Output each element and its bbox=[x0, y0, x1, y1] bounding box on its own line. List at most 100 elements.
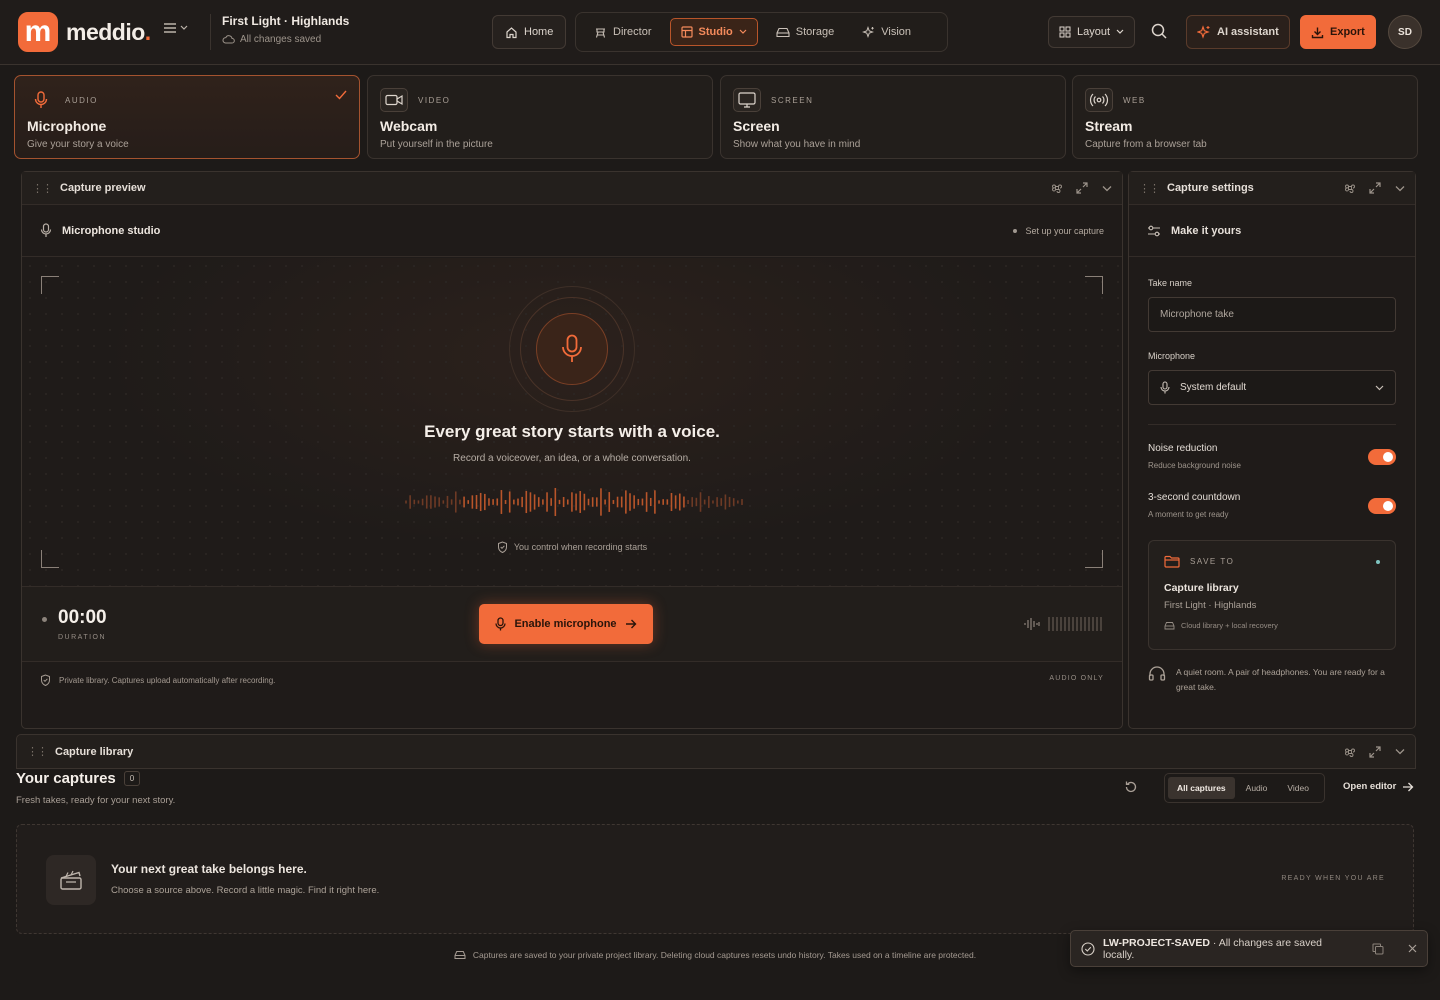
take-name-label: Take name bbox=[1148, 278, 1193, 288]
privacy-note: Private library. Captures upload automat… bbox=[59, 675, 276, 685]
noise-reduction-toggle[interactable] bbox=[1368, 449, 1396, 465]
folder-icon bbox=[1164, 555, 1180, 568]
menu-button[interactable] bbox=[163, 22, 188, 34]
home-icon bbox=[506, 26, 517, 38]
expand-icon[interactable] bbox=[1369, 182, 1381, 194]
chevron-down-icon bbox=[1116, 29, 1124, 34]
expand-icon[interactable] bbox=[1369, 745, 1381, 758]
empty-state: Your next great take belongs here. Choos… bbox=[16, 824, 1414, 934]
chevron-down-icon[interactable] bbox=[1395, 185, 1405, 192]
grid-icon bbox=[1059, 26, 1071, 38]
save-status: All changes saved bbox=[240, 34, 322, 45]
tab-video[interactable]: Video bbox=[1278, 777, 1318, 799]
source-kind: SCREEN bbox=[771, 95, 814, 105]
record-indicator bbox=[42, 617, 47, 622]
noise-reduction-title: Noise reduction bbox=[1148, 443, 1218, 454]
command-icon[interactable] bbox=[1345, 183, 1355, 193]
meter-bar bbox=[1052, 617, 1054, 631]
meter-bar bbox=[1096, 617, 1098, 631]
check-icon bbox=[335, 90, 347, 100]
chevron-down-icon bbox=[180, 25, 188, 30]
source-card-stream[interactable]: WEB Stream Capture from a browser tab bbox=[1072, 75, 1418, 159]
divider bbox=[1148, 424, 1396, 425]
project-title[interactable]: First Light · Highlands bbox=[222, 14, 349, 28]
nav-director[interactable]: Director bbox=[584, 18, 662, 46]
save-toast: LW-PROJECT-SAVED · All changes are saved… bbox=[1070, 930, 1428, 967]
frame-corner bbox=[41, 276, 59, 294]
drag-handle-icon[interactable]: ⋮⋮ bbox=[32, 182, 53, 195]
chevron-down-icon bbox=[1375, 385, 1384, 390]
mode-tag: AUDIO ONLY bbox=[1049, 675, 1104, 682]
capture-filter-tabs: All captures Audio Video bbox=[1164, 773, 1325, 803]
copy-icon[interactable] bbox=[1372, 943, 1384, 955]
drag-handle-icon[interactable]: ⋮⋮ bbox=[27, 745, 48, 758]
nav-studio[interactable]: Studio bbox=[669, 18, 758, 46]
recording-tip: A quiet room. A pair of headphones. You … bbox=[1176, 667, 1385, 692]
chevron-down-icon[interactable] bbox=[1102, 185, 1112, 192]
microphone-icon bbox=[40, 223, 52, 237]
countdown-title: 3-second countdown bbox=[1148, 492, 1241, 503]
meter-bar bbox=[1088, 617, 1090, 631]
command-icon[interactable] bbox=[1052, 183, 1062, 193]
tab-audio[interactable]: Audio bbox=[1237, 777, 1277, 799]
take-name-input[interactable]: Microphone take bbox=[1148, 297, 1396, 332]
source-card-screen[interactable]: SCREEN Screen Show what you have in mind bbox=[720, 75, 1066, 159]
meter-bar bbox=[1060, 617, 1062, 631]
capture-stage: Every great story starts with a voice. R… bbox=[22, 258, 1122, 586]
clapperboard-icon bbox=[46, 855, 96, 905]
layout-button[interactable]: Layout bbox=[1048, 16, 1136, 48]
save-project: First Light · Highlands bbox=[1164, 600, 1257, 611]
record-bar: 00:00 DURATION Enable microphone bbox=[22, 586, 1122, 662]
avatar[interactable]: SD bbox=[1388, 15, 1422, 49]
subline: Record a voiceover, an idea, or a whole … bbox=[453, 453, 691, 464]
source-name: Webcam bbox=[380, 118, 438, 134]
logo-mark: m bbox=[18, 12, 58, 52]
broadcast-icon bbox=[1085, 88, 1113, 112]
source-card-microphone[interactable]: AUDIO Microphone Give your story a voice bbox=[14, 75, 360, 159]
save-destination-card[interactable]: SAVE TO Capture library First Light · Hi… bbox=[1148, 540, 1396, 650]
headphones-icon bbox=[1148, 666, 1166, 681]
empty-tag: READY WHEN YOU ARE bbox=[1281, 875, 1385, 882]
source-desc: Give your story a voice bbox=[27, 139, 129, 150]
microphone-label: Microphone bbox=[1148, 351, 1196, 361]
library-heading: Your captures bbox=[16, 770, 116, 787]
refresh-button[interactable] bbox=[1124, 780, 1138, 794]
ai-assistant-button[interactable]: AI assistant bbox=[1186, 15, 1290, 49]
nav-vision[interactable]: Vision bbox=[852, 18, 921, 46]
duration-label: DURATION bbox=[58, 634, 107, 641]
meter-bar bbox=[1092, 617, 1094, 631]
panel-title: Capture preview bbox=[60, 182, 146, 194]
meter-bar bbox=[1072, 617, 1074, 631]
microphone-icon bbox=[536, 313, 608, 385]
duration-timer: 00:00 bbox=[58, 607, 107, 628]
search-button[interactable] bbox=[1150, 22, 1168, 40]
tab-all-captures[interactable]: All captures bbox=[1168, 777, 1235, 799]
enable-microphone-button[interactable]: Enable microphone bbox=[479, 604, 653, 644]
level-meter bbox=[1024, 617, 1102, 631]
logo[interactable]: m meddio. bbox=[18, 12, 151, 52]
close-icon[interactable] bbox=[1408, 944, 1417, 953]
microphone-icon bbox=[27, 88, 55, 112]
expand-icon[interactable] bbox=[1076, 182, 1088, 194]
command-icon[interactable] bbox=[1345, 747, 1355, 757]
home-button[interactable]: Home bbox=[492, 15, 567, 49]
nav-storage[interactable]: Storage bbox=[766, 18, 845, 46]
meter-bar bbox=[1064, 617, 1066, 631]
meter-bar bbox=[1100, 617, 1102, 631]
save-note: Cloud library + local recovery bbox=[1181, 621, 1278, 630]
open-editor-link[interactable]: Open editor bbox=[1343, 781, 1414, 792]
export-button[interactable]: Export bbox=[1300, 15, 1376, 49]
chevron-down-icon[interactable] bbox=[1395, 748, 1405, 755]
countdown-toggle[interactable] bbox=[1368, 498, 1396, 514]
noise-reduction-sub: Reduce background noise bbox=[1148, 461, 1241, 470]
panel-title: Capture settings bbox=[1167, 182, 1254, 194]
source-name: Stream bbox=[1085, 118, 1133, 134]
refresh-icon bbox=[1125, 781, 1137, 793]
video-camera-icon bbox=[380, 88, 408, 112]
sliders-icon bbox=[1148, 225, 1160, 236]
control-note: You control when recording starts bbox=[513, 542, 648, 552]
drag-handle-icon[interactable]: ⋮⋮ bbox=[1139, 182, 1160, 195]
microphone-select[interactable]: System default bbox=[1148, 370, 1396, 405]
source-card-webcam[interactable]: VIDEO Webcam Put yourself in the picture bbox=[367, 75, 713, 159]
shield-check-icon bbox=[41, 674, 50, 686]
